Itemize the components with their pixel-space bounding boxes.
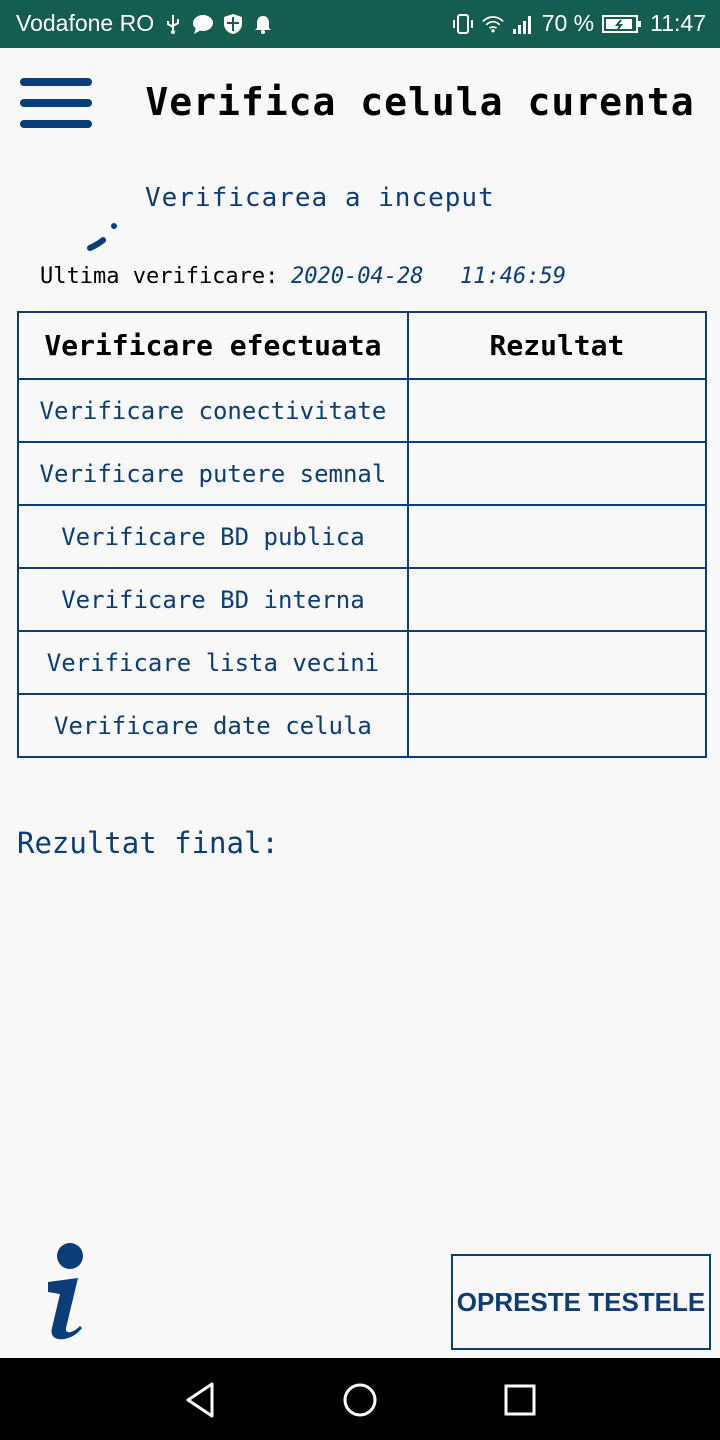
check-name: Verificare lista vecini [17,630,409,695]
vibrate-icon [452,13,473,34]
header-result: Rezultat [406,311,708,380]
hamburger-menu-icon[interactable] [20,78,92,130]
menu-bar-bottom [20,120,92,128]
status-bar: Vodafone RO 70 % 11:47 [0,0,720,48]
status-bar-left: Vodafone RO [16,10,274,37]
home-icon[interactable] [338,1378,382,1422]
check-result [406,693,708,758]
menu-bar-top [20,78,92,86]
status-bar-right: 70 % 11:47 [452,10,706,37]
page-title: Verifica celula curenta [145,80,695,124]
info-icon[interactable] [40,1240,96,1346]
menu-bar-middle [20,99,92,107]
stop-tests-button[interactable]: OPRESTE TESTELE [451,1254,711,1350]
bell-icon [255,15,272,34]
last-check-time: 11:46:59 [460,264,566,289]
header-check-performed: Verificare efectuata [17,311,409,380]
shield-icon [224,13,243,34]
last-check-label: Ultima verificare: [40,264,279,289]
progress-spinner-icon [87,223,117,251]
wifi-icon [481,15,504,32]
table-row: Verificare BD publica [17,504,708,569]
battery-percent: 70 % [541,10,595,36]
usb-icon [167,14,180,34]
table-header-row: Verificare efectuata Rezultat [17,311,708,380]
check-result [406,504,708,569]
table-header: Verificare efectuata Rezultat [17,311,708,380]
table-row: Verificare BD interna [17,567,708,632]
table-row: Verificare date celula [17,693,708,758]
signal-icon [512,15,531,34]
check-name: Verificare putere semnal [17,441,409,506]
final-result-label-text: Rezultat final: [17,826,279,860]
progress-status-text: Verificarea a inceput [145,183,495,213]
last-check-date: 2020-04-28 [291,264,424,289]
check-result [406,567,708,632]
final-result-label: Rezultat final: [17,826,279,860]
battery-icon [602,14,642,33]
recents-icon[interactable] [498,1378,542,1422]
checks-table: Verificare efectuata Rezultat Verificare… [17,311,708,758]
check-result [406,378,708,443]
message-icon [193,14,214,34]
clock: 11:47 [650,10,706,36]
check-name: Verificare BD publica [17,504,409,569]
table-row: Verificare lista vecini [17,630,708,695]
check-result [406,441,708,506]
carrier-name: Vodafone RO [16,10,155,36]
table-body: Verificare conectivitate Verificare pute… [17,378,708,758]
back-icon[interactable] [178,1378,222,1422]
navigation-bar [0,1358,720,1440]
check-name: Verificare date celula [17,693,409,758]
table-row: Verificare conectivitate [17,378,708,443]
table-row: Verificare putere semnal [17,441,708,506]
check-name: Verificare conectivitate [17,378,409,443]
check-name: Verificare BD interna [17,567,409,632]
check-result [406,630,708,695]
